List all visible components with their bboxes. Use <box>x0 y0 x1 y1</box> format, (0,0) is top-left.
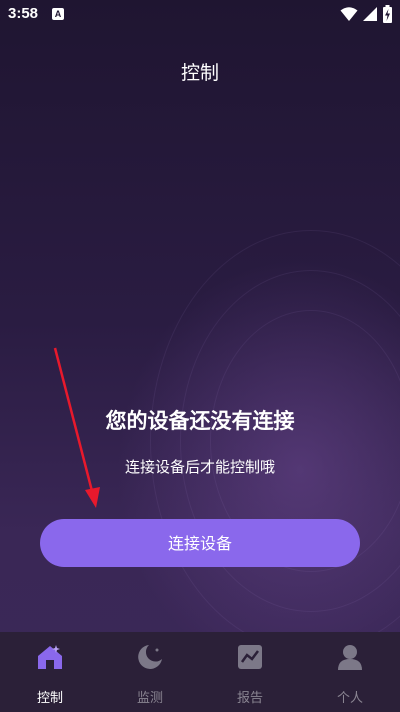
signal-icon <box>363 7 377 21</box>
tab-control[interactable]: 控制 <box>0 632 100 712</box>
tab-profile[interactable]: 个人 <box>300 632 400 712</box>
tab-label: 监测 <box>136 691 163 706</box>
tab-label: 报告 <box>236 691 263 706</box>
status-bar: 3:58 A <box>0 0 400 28</box>
tab-monitor[interactable]: 监测 <box>100 632 200 712</box>
status-time: 3:58 <box>8 5 39 22</box>
bottom-tab-bar: 控制 监测 报告 个人 <box>0 632 400 712</box>
page-title: 控制 <box>180 62 219 84</box>
connect-device-button[interactable]: 连接设备 <box>40 519 360 567</box>
control-screen: 3:58 A 控制 您的设备还没有连接 连接设备后才能控制哦 连接设备 控制 监… <box>0 0 400 712</box>
person-icon <box>338 645 362 670</box>
notification-a-icon: A <box>52 8 64 20</box>
tab-report[interactable]: 报告 <box>200 632 300 712</box>
home-icon <box>38 645 62 669</box>
tab-label: 控制 <box>36 691 63 706</box>
annotation-arrow <box>53 347 100 508</box>
report-chart-icon <box>238 645 262 669</box>
battery-charging-icon <box>383 5 392 23</box>
tab-label: 个人 <box>336 691 363 706</box>
moon-icon <box>138 645 162 669</box>
wifi-icon <box>340 7 358 21</box>
